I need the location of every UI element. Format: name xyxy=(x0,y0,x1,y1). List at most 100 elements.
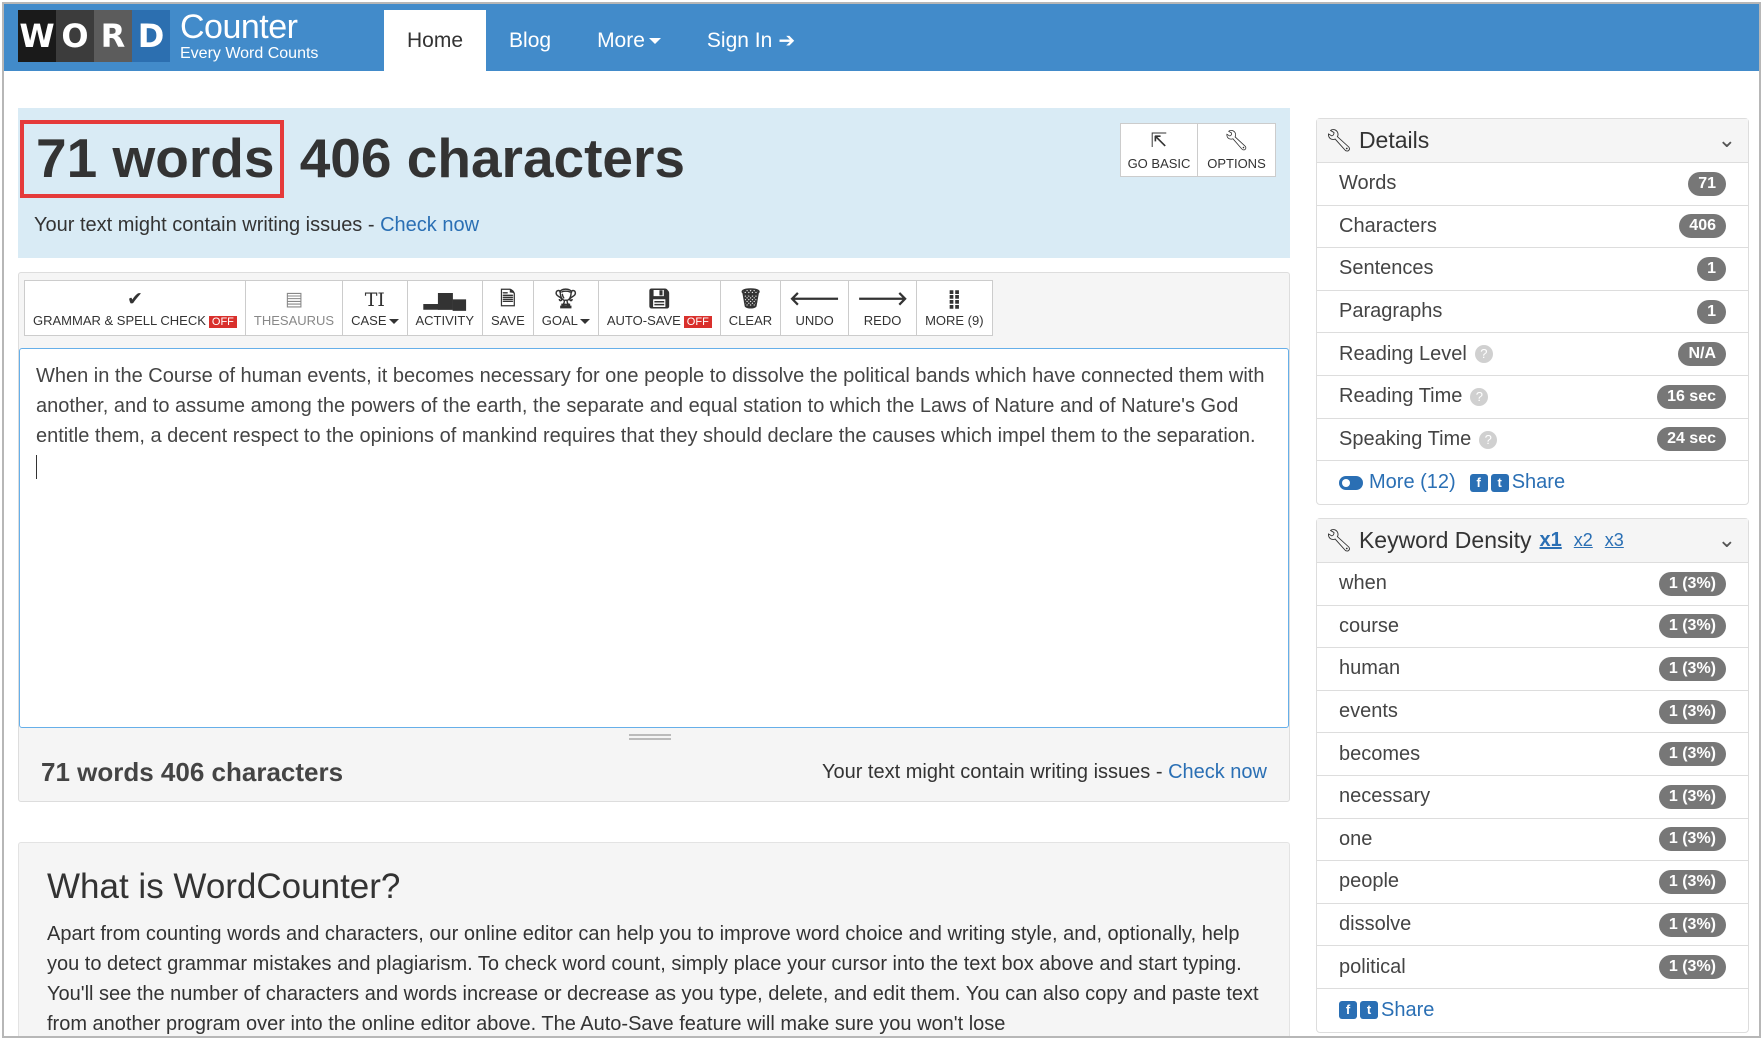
keyword-density-card: 🔧︎ Keyword Density x1 x2 x3 ⌄ when 1 (3%)… xyxy=(1316,518,1749,1033)
word-count-highlighted: 71 words xyxy=(20,120,285,198)
tab-x3[interactable]: x3 xyxy=(1605,530,1624,551)
detail-label: Sentences xyxy=(1339,257,1434,280)
keyword-row: political 1 (3%) xyxy=(1317,946,1748,989)
tab-x1[interactable]: x1 xyxy=(1540,529,1562,552)
redo-label: REDO xyxy=(863,312,902,328)
detail-row-characters: Characters 406 xyxy=(1317,206,1748,249)
nav-home[interactable]: Home xyxy=(384,10,487,71)
detail-row-paragraphs: Paragraphs 1 xyxy=(1317,291,1748,334)
logo[interactable]: W O R D Counter Every Word Counts xyxy=(18,10,318,62)
tab-x2[interactable]: x2 xyxy=(1574,530,1593,551)
help-icon[interactable]: ? xyxy=(1474,345,1493,364)
keyword-label: people xyxy=(1339,870,1400,893)
autosave-off-badge: OFF xyxy=(683,315,712,328)
detail-row-reading-time: Reading Time? 16 sec xyxy=(1317,376,1748,419)
options-label: OPTIONS xyxy=(1207,155,1266,171)
save-button[interactable]: 🗎︎ SAVE xyxy=(483,280,534,336)
facebook-icon: f xyxy=(1469,473,1488,492)
footer-issues-text: Your text might contain writing issues - xyxy=(821,761,1169,783)
external-link-icon: ⇱ xyxy=(1150,129,1168,152)
arrow-right-icon: 🡒 xyxy=(857,288,909,310)
caret-down-icon xyxy=(579,318,590,324)
detail-label: Paragraphs xyxy=(1339,300,1443,323)
logo-letter-o: O xyxy=(56,10,94,62)
twitter-icon: t xyxy=(1360,1001,1378,1020)
clear-button[interactable]: 🗑︎ CLEAR xyxy=(720,280,782,336)
keyword-badge: 1 (3%) xyxy=(1658,912,1726,937)
footer-check-now-link[interactable]: Check now xyxy=(1168,761,1267,783)
facebook-icon: f xyxy=(1339,1001,1357,1020)
text-editor[interactable]: When in the Course of human events, it b… xyxy=(19,348,1289,728)
about-title: What is WordCounter? xyxy=(47,867,401,906)
keyword-badge: 1 (3%) xyxy=(1658,656,1726,681)
activity-label: ACTIVITY xyxy=(415,312,475,328)
keyword-density-actions: f t Share xyxy=(1317,989,1748,1032)
details-header[interactable]: 🔧︎ Details ⌄ xyxy=(1317,119,1748,163)
nav-blog[interactable]: Blog xyxy=(486,10,574,71)
logo-letter-d: D xyxy=(132,10,170,62)
keyword-badge: 1 (3%) xyxy=(1658,955,1726,980)
thesaurus-button[interactable]: ▤ THESAURUS xyxy=(245,280,344,336)
detail-label: Characters xyxy=(1339,214,1437,237)
nav-menu: Home Blog More Sign In ➔ xyxy=(384,10,818,71)
resize-handle[interactable] xyxy=(629,734,671,740)
more-tools-button[interactable]: ⣿ MORE (9) xyxy=(917,280,993,336)
nav-more[interactable]: More xyxy=(574,10,684,71)
details-card: 🔧︎ Details ⌄ Words 71 Characters 406 Sen… xyxy=(1316,118,1749,505)
keyword-share-label: Share xyxy=(1381,998,1435,1021)
keyword-label: course xyxy=(1339,614,1400,637)
detail-badge: 1 xyxy=(1697,256,1726,281)
wrench-icon: 🔧︎ xyxy=(1325,527,1353,553)
keyword-badge: 1 (3%) xyxy=(1658,571,1726,596)
arrow-left-icon: 🡐 xyxy=(789,288,841,310)
character-count: 406 characters xyxy=(299,127,686,189)
grammar-check-button[interactable]: ✔ GRAMMAR & SPELL CHECK OFF xyxy=(24,280,246,336)
clear-label: CLEAR xyxy=(728,312,773,328)
redo-button[interactable]: 🡒 REDO xyxy=(849,280,918,336)
keyword-density-header: 🔧︎ Keyword Density x1 x2 x3 ⌄ xyxy=(1317,519,1748,563)
detail-badge: 16 sec xyxy=(1657,384,1726,409)
caret-down-icon xyxy=(648,37,661,44)
auto-save-button[interactable]: 💾︎ AUTO-SAVE OFF xyxy=(598,280,721,336)
chevron-down-icon[interactable]: ⌄ xyxy=(1718,527,1736,553)
undo-label: UNDO xyxy=(795,312,834,328)
keyword-density-title: Keyword Density xyxy=(1358,527,1532,553)
keyword-badge: 1 (3%) xyxy=(1658,784,1726,809)
detail-label-wrap: Reading Level? xyxy=(1339,343,1493,366)
more-tools-label: MORE (9) xyxy=(925,312,984,328)
footer-count: 71 words 406 characters xyxy=(41,757,344,787)
goal-label-wrap: GOAL xyxy=(542,313,590,328)
caret-down-icon xyxy=(388,318,399,324)
goal-label: GOAL xyxy=(541,312,578,328)
help-icon[interactable]: ? xyxy=(1470,387,1489,406)
keyword-share-link[interactable]: f t Share xyxy=(1339,999,1434,1022)
options-button[interactable]: 🔧︎ OPTIONS xyxy=(1198,123,1276,177)
detail-label-wrap: Speaking Time? xyxy=(1339,427,1498,451)
case-label: CASE xyxy=(351,312,387,328)
case-button[interactable]: TI CASE xyxy=(343,280,408,336)
bar-chart-icon: ▂▆▄ xyxy=(423,288,467,310)
detail-row-words: Words 71 xyxy=(1317,163,1748,206)
count-summary-panel: 71 words 406 characters Your text might … xyxy=(18,108,1290,258)
hero-button-group: ⇱ GO BASIC 🔧︎ OPTIONS xyxy=(1120,123,1276,177)
detail-label: Speaking Time xyxy=(1339,427,1472,450)
detail-badge: 71 xyxy=(1688,171,1726,196)
help-icon[interactable]: ? xyxy=(1479,430,1498,449)
keyword-row: when 1 (3%) xyxy=(1317,563,1748,606)
wrench-icon: 🔧︎ xyxy=(1325,127,1353,153)
undo-button[interactable]: 🡐 UNDO xyxy=(781,280,850,336)
keyword-row: necessary 1 (3%) xyxy=(1317,776,1748,819)
chevron-down-icon[interactable]: ⌄ xyxy=(1718,127,1736,153)
logo-title: Counter xyxy=(180,8,298,46)
nav-signin[interactable]: Sign In ➔ xyxy=(684,10,818,71)
activity-button[interactable]: ▂▆▄ ACTIVITY xyxy=(407,280,484,336)
more-details-link[interactable]: More (12) xyxy=(1339,471,1456,494)
goal-button[interactable]: 🏆︎ GOAL xyxy=(533,280,599,336)
headline-count: 71 words 406 characters xyxy=(20,120,686,198)
go-basic-button[interactable]: ⇱ GO BASIC xyxy=(1120,123,1198,177)
check-now-link[interactable]: Check now xyxy=(380,214,479,236)
more-details-label: More (12) xyxy=(1369,470,1456,493)
details-share-link[interactable]: f t Share xyxy=(1469,471,1565,494)
detail-label: Reading Time xyxy=(1339,385,1463,408)
floppy-disk-icon: 💾︎ xyxy=(647,288,672,310)
